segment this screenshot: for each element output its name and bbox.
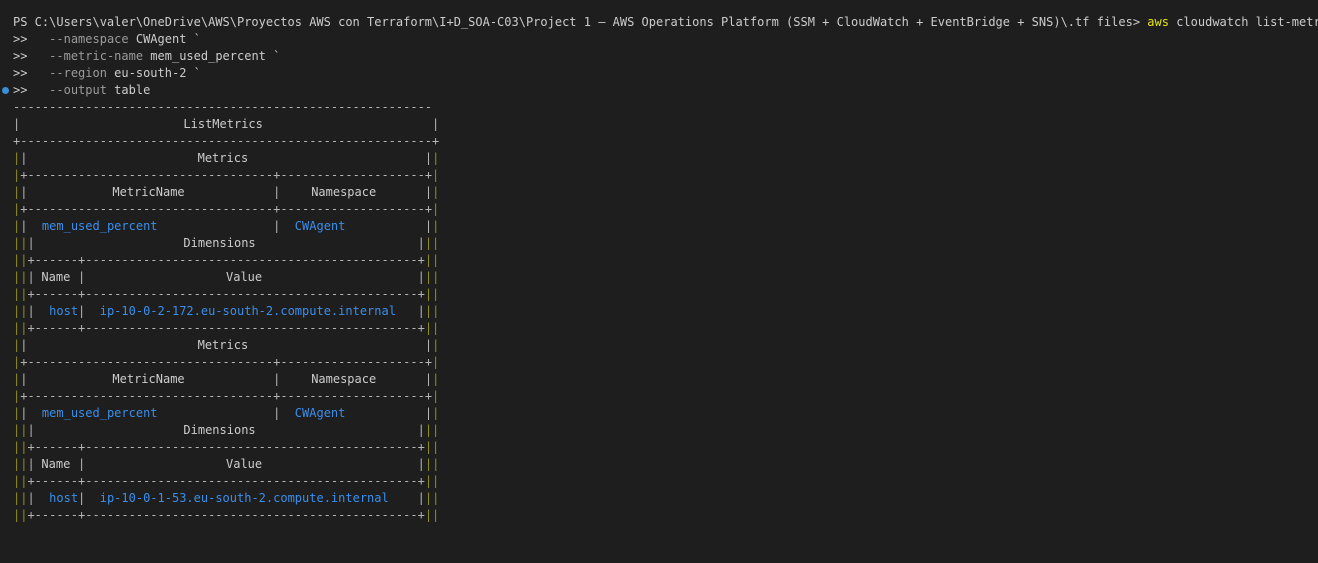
prompt-path: PS C:\Users\valer\OneDrive\AWS\Proyectos… xyxy=(13,15,1141,29)
table-title-row: | | ListMetrics xyxy=(13,117,440,131)
column-header-namespace: Namespace xyxy=(311,372,377,386)
param-value: mem_used_percent ` xyxy=(150,49,281,63)
metrics-column-headers: || | || MetricName Namespace xyxy=(13,372,440,386)
table-border: ||+------+------------------------------… xyxy=(13,508,440,522)
metrics-header: Metrics xyxy=(197,338,249,352)
dimensions-header-row: ||| ||| Dimensions xyxy=(13,423,440,437)
param-line: >> --metric-name mem_used_percent ` xyxy=(13,48,280,65)
command-decoration-dot[interactable] xyxy=(2,87,9,94)
column-header-name: Name xyxy=(41,270,71,284)
namespace-value: CWAgent xyxy=(294,219,346,233)
table-border-top: ----------------------------------------… xyxy=(13,100,433,114)
table-border: ||+------+------------------------------… xyxy=(13,474,440,488)
metric-name-value: mem_used_percent xyxy=(41,406,158,420)
metrics-header-row: || || Metrics xyxy=(13,151,440,165)
dimension-value: ip-10-0-2-172.eu-south-2.compute.interna… xyxy=(99,304,396,318)
metrics-header: Metrics xyxy=(197,151,249,165)
namespace-value: CWAgent xyxy=(294,406,346,420)
metric-row: || mem_used_percent | CWAgent || xyxy=(13,219,440,233)
param-line: >> --region eu-south-2 ` xyxy=(13,65,201,82)
column-header-value: Value xyxy=(226,270,263,284)
continuation-prompt: >> xyxy=(13,32,28,46)
dimension-row: ||| host| ip-10-0-1-53.eu-south-2.comput… xyxy=(13,491,440,505)
command-args: cloudwatch list-metrics ` xyxy=(1176,15,1318,29)
table-title: ListMetrics xyxy=(183,117,263,131)
table-border: ||+------+------------------------------… xyxy=(13,253,440,267)
table-border: +---------------------------------------… xyxy=(13,134,440,148)
param-value: table xyxy=(114,83,151,97)
dimension-name-value: host xyxy=(49,491,79,505)
continuation-prompt: >> xyxy=(13,66,28,80)
dimension-value: ip-10-0-1-53.eu-south-2.compute.internal xyxy=(99,491,389,505)
command-line: PS C:\Users\valer\OneDrive\AWS\Proyectos… xyxy=(13,14,1318,31)
param-flag: --namespace xyxy=(49,32,129,46)
dimension-name-value: host xyxy=(49,304,79,318)
metrics-header-row: || || Metrics xyxy=(13,338,440,352)
dimensions-header-row: ||| ||| Dimensions xyxy=(13,236,440,250)
table-border: |+----------------------------------+---… xyxy=(13,168,440,182)
param-flag: --region xyxy=(49,66,107,80)
table-border: |+----------------------------------+---… xyxy=(13,389,440,403)
metrics-column-headers: || | || MetricName Namespace xyxy=(13,185,440,199)
table-border: |+----------------------------------+---… xyxy=(13,355,440,369)
dimensions-column-headers: ||| | ||| Name Value xyxy=(13,270,440,284)
command-name: aws xyxy=(1147,15,1169,29)
column-header-metricname: MetricName xyxy=(112,372,185,386)
table-border: ||+------+------------------------------… xyxy=(13,440,440,454)
table-border: ||+------+------------------------------… xyxy=(13,287,440,301)
continuation-prompt: >> xyxy=(13,83,28,97)
param-line: >> --namespace CWAgent ` xyxy=(13,31,201,48)
param-value: eu-south-2 ` xyxy=(114,66,201,80)
terminal-window[interactable]: PS C:\Users\valer\OneDrive\AWS\Proyectos… xyxy=(0,0,1318,563)
column-header-namespace: Namespace xyxy=(311,185,377,199)
dimensions-header: Dimensions xyxy=(183,423,256,437)
dimensions-column-headers: ||| | ||| Name Value xyxy=(13,457,440,471)
continuation-prompt: >> xyxy=(13,49,28,63)
metric-name-value: mem_used_percent xyxy=(41,219,158,233)
dimension-row: ||| host| ip-10-0-2-172.eu-south-2.compu… xyxy=(13,304,440,318)
table-border: |+----------------------------------+---… xyxy=(13,202,440,216)
dimensions-header: Dimensions xyxy=(183,236,256,250)
param-value: CWAgent ` xyxy=(135,32,201,46)
param-flag: --metric-name xyxy=(49,49,144,63)
table-border: ||+------+------------------------------… xyxy=(13,321,440,335)
metric-row: || mem_used_percent | CWAgent || xyxy=(13,406,440,420)
column-header-metricname: MetricName xyxy=(112,185,185,199)
param-line: >> --output table xyxy=(13,82,150,99)
param-flag: --output xyxy=(49,83,107,97)
column-header-value: Value xyxy=(226,457,263,471)
column-header-name: Name xyxy=(41,457,71,471)
